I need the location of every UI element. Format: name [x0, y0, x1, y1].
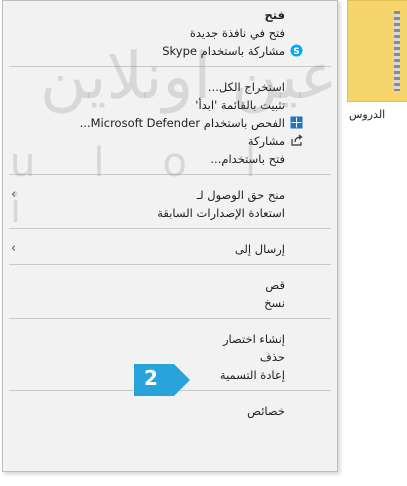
menu-item-label: مشاركة باستخدام Skype	[162, 44, 285, 58]
skype-icon: S	[290, 44, 303, 57]
menu-item-share[interactable]: مشاركة	[247, 133, 303, 149]
menu-item-create-shortcut[interactable]: إنشاء اختصار	[223, 331, 285, 347]
menu-separator	[9, 264, 331, 265]
badge-arrow-shape	[134, 364, 190, 396]
menu-separator	[9, 228, 331, 229]
step-number-badge: 2	[130, 362, 192, 398]
menu-item-label: منح حق الوصول لـ	[196, 188, 285, 202]
zipper-strip	[394, 11, 400, 91]
menu-item-open-with[interactable]: فتح باستخدام...	[210, 151, 285, 167]
context-menu: فتح فتح في نافذة جديدة S مشاركة باستخدام…	[2, 0, 338, 472]
svg-text:S: S	[293, 47, 299, 57]
menu-item-copy[interactable]: نسخ	[264, 295, 285, 311]
menu-item-restore-versions[interactable]: استعادة الإصدارات السابقة	[157, 205, 285, 221]
menu-item-open[interactable]: فتح	[264, 7, 285, 23]
menu-item-label: إرسال إلى	[234, 242, 285, 256]
menu-item-cut[interactable]: قص	[265, 277, 285, 293]
menu-separator	[9, 174, 331, 175]
step-number-text: 2	[144, 366, 158, 390]
menu-item-open-new-window[interactable]: فتح في نافذة جديدة	[190, 25, 285, 41]
menu-item-label: مشاركة	[247, 134, 285, 148]
menu-item-rename[interactable]: إعادة التسمية	[220, 367, 285, 383]
menu-item-label: الفحص باستخدام Microsoft Defender...	[79, 116, 285, 130]
submenu-arrow-icon: ‹	[11, 241, 17, 256]
menu-item-extract-all[interactable]: استخراج الكل...	[208, 79, 285, 95]
folder-name-label: الدروس	[349, 108, 386, 121]
menu-item-delete[interactable]: حذف	[260, 349, 285, 365]
submenu-arrow-icon: ‹	[11, 187, 17, 202]
zip-folder-icon	[347, 0, 407, 102]
menu-item-properties[interactable]: خصائص	[247, 403, 285, 419]
menu-separator	[9, 66, 331, 67]
menu-separator	[9, 318, 331, 319]
share-icon	[291, 134, 303, 146]
menu-item-pin-start[interactable]: تثبيت بالقائمة 'ابدأ'	[195, 97, 285, 113]
menu-item-send-to[interactable]: إرسال إلى	[235, 241, 285, 257]
defender-shield-icon	[290, 116, 303, 129]
menu-item-scan-defender[interactable]: الفحص باستخدام Microsoft Defender...	[79, 115, 303, 131]
menu-item-give-access[interactable]: منح حق الوصول لـ	[197, 187, 285, 203]
compressed-folder-item[interactable]: الدروس	[337, 0, 407, 140]
desktop-screen: الدروس فتح فتح في نافذة جديدة S مشاركة ب…	[0, 0, 407, 486]
menu-item-share-skype[interactable]: S مشاركة باستخدام Skype	[162, 43, 303, 59]
